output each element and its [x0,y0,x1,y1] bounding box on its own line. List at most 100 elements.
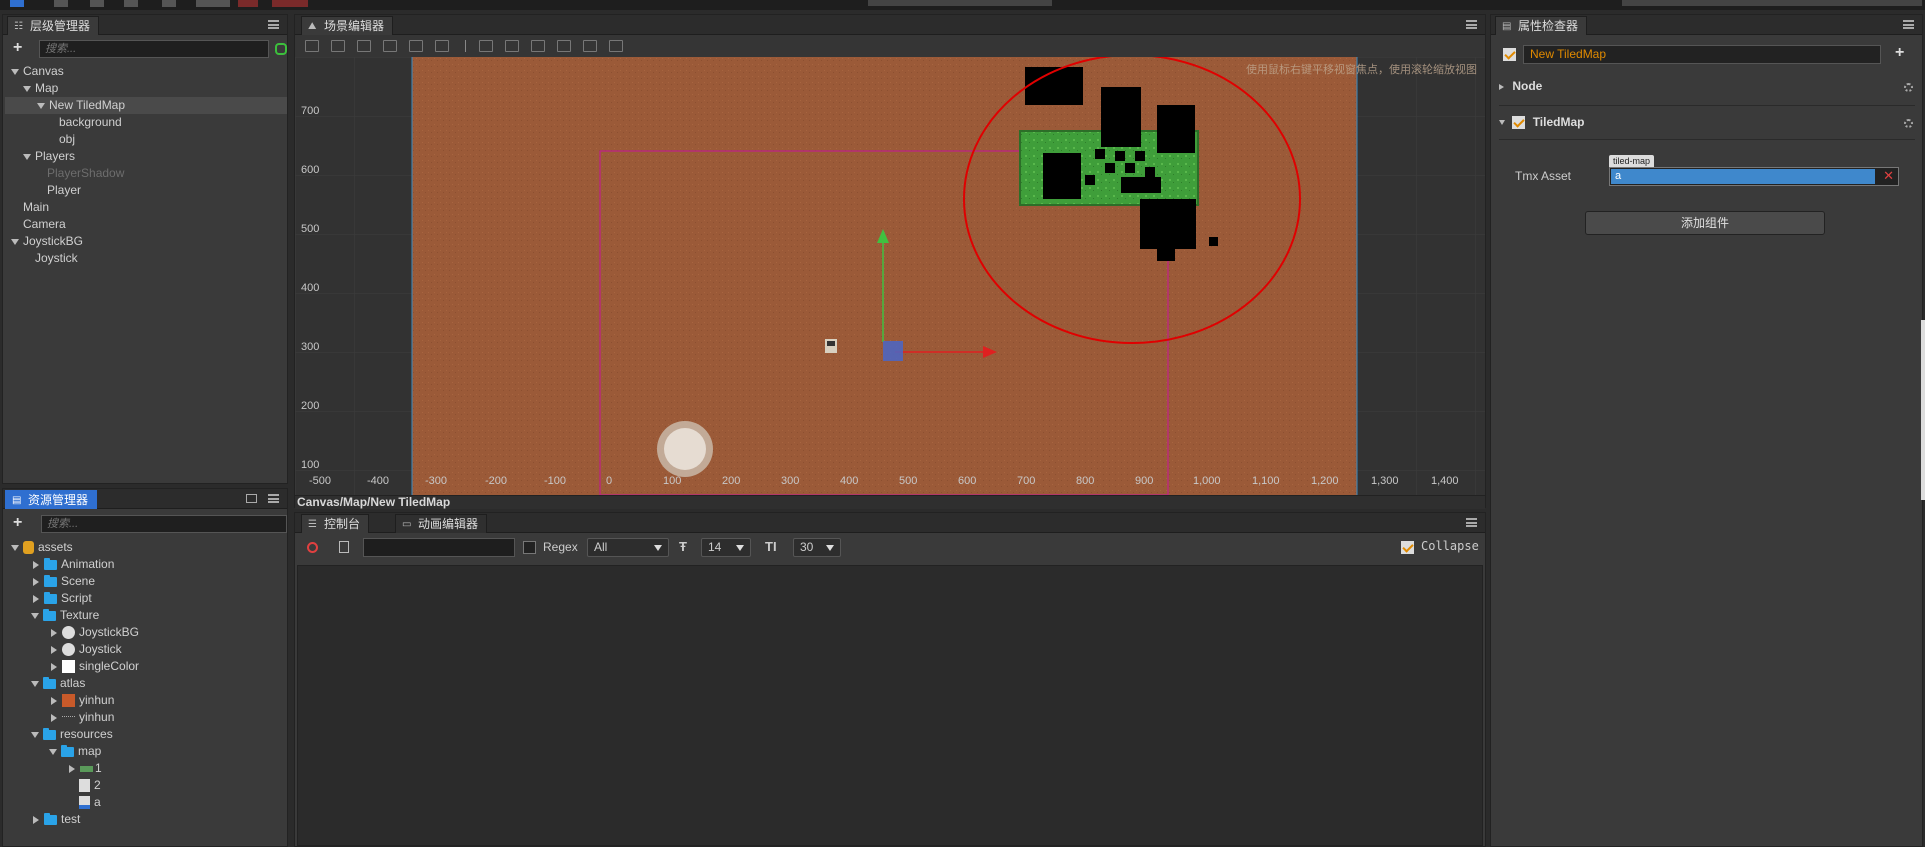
collapse-arrow-icon[interactable] [1499,83,1504,90]
asset-map-a[interactable]: a [79,794,101,811]
tree-item-camera[interactable]: Camera [23,216,66,233]
asset-folder-atlas[interactable]: atlas [31,675,85,692]
clear-console-icon[interactable] [307,542,318,553]
tab-hierarchy[interactable]: ☷ 层级管理器 [7,16,100,35]
add-component-button[interactable]: 添加组件 [1585,211,1825,235]
asset-map-1[interactable]: 1 [69,760,102,777]
gear-icon[interactable] [1904,119,1913,128]
tab-assets[interactable]: ▤ 资源管理器 [5,490,98,509]
tree-item-main[interactable]: Main [23,199,49,216]
hierarchy-search-input[interactable]: 搜索... [39,40,269,58]
clear-asset-icon[interactable]: ✕ [1883,168,1894,184]
align-bottom-icon[interactable] [357,40,371,52]
scene-canvas[interactable] [295,57,1485,495]
asset-texture-joystickbg[interactable]: JoystickBG [51,624,139,641]
align-right-icon[interactable] [435,40,449,52]
node-active-checkbox[interactable] [1503,48,1516,61]
tmx-asset-value[interactable]: a [1611,169,1875,184]
tiledmap-section-header[interactable]: TiledMap [1499,115,1915,133]
tree-item-joystick[interactable]: Joystick [35,250,78,267]
asset-root-assets[interactable]: assets [11,539,73,556]
collapse-arrow-icon[interactable] [33,560,39,569]
expand-arrow-icon[interactable] [31,680,39,687]
align-top-icon[interactable] [305,40,319,52]
align-hcenter-icon[interactable] [409,40,423,52]
panel-menu-icon[interactable] [1466,20,1477,29]
collapse-arrow-icon[interactable] [51,696,57,705]
account-controls[interactable] [1622,0,1922,6]
panel-menu-icon[interactable] [268,20,279,29]
asset-folder-resources[interactable]: resources [31,726,113,743]
scene-viewport[interactable]: 使用鼠标右键平移视窗焦点，使用滚轮缩放视图 700 600 500 400 30… [295,57,1485,495]
popout-icon[interactable] [246,494,257,503]
distribute-hcenter-icon[interactable] [583,40,597,52]
expand-arrow-icon[interactable] [23,85,31,92]
collapse-arrow-icon[interactable] [33,815,39,824]
distribute-bottom-icon[interactable] [531,40,545,52]
distribute-right-icon[interactable] [609,40,623,52]
collapse-arrow-icon[interactable] [33,577,39,586]
tree-item-canvas[interactable]: Canvas [11,63,287,80]
distribute-top-icon[interactable] [479,40,493,52]
collapse-arrow-icon[interactable] [69,764,75,773]
add-node-button[interactable]: + [13,40,22,56]
open-log-icon[interactable] [339,541,349,553]
expand-arrow-icon[interactable] [11,544,19,551]
preview-controls[interactable] [868,0,1052,6]
tab-inspector[interactable]: ▤ 属性检查器 [1495,16,1588,35]
tree-item-new-tiledmap[interactable]: New TiledMap [5,97,287,114]
expand-arrow-icon[interactable] [1499,120,1505,126]
tree-item-obj[interactable]: obj [59,131,75,148]
font-size-select[interactable]: 14 [701,538,751,557]
node-section-header[interactable]: Node [1499,79,1915,97]
add-child-button[interactable]: + [1895,45,1904,61]
asset-folder-map[interactable]: map [49,743,101,760]
tab-animation[interactable]: ▭ 动画编辑器 [395,514,488,533]
tree-item-player[interactable]: Player [47,182,81,199]
tree-item-map[interactable]: Map [23,80,287,97]
node-name-input[interactable]: New TiledMap [1523,45,1881,64]
distribute-left-icon[interactable] [557,40,571,52]
asset-folder-texture[interactable]: Texture [31,607,99,624]
tab-console[interactable]: ☰ 控制台 [301,514,370,533]
panel-menu-icon[interactable] [268,494,279,503]
collapse-arrow-icon[interactable] [33,594,39,603]
tree-item-joystickbg[interactable]: JoystickBG [11,233,83,250]
collapse-arrow-icon[interactable] [51,662,57,671]
asset-texture-singlecolor[interactable]: singleColor [51,658,139,675]
expand-arrow-icon[interactable] [31,731,39,738]
asset-atlas-yinhun-plist[interactable]: yinhun [51,709,114,726]
collapse-arrow-icon[interactable] [51,628,57,637]
add-asset-button[interactable]: + [13,515,22,531]
asset-folder-script[interactable]: Script [33,590,92,607]
align-vcenter-icon[interactable] [331,40,345,52]
panel-menu-icon[interactable] [1903,20,1914,29]
panel-menu-icon[interactable] [1466,518,1477,527]
tree-item-players[interactable]: Players [23,148,75,165]
tree-item-playershadow[interactable]: PlayerShadow [47,165,124,182]
link-icon[interactable] [275,43,287,55]
expand-arrow-icon[interactable] [11,68,19,75]
asset-folder-scene[interactable]: Scene [33,573,95,590]
component-enabled-checkbox[interactable] [1512,116,1526,130]
expand-arrow-icon[interactable] [23,153,31,160]
tab-scene[interactable]: ⛰ 场景编辑器 [301,16,394,35]
console-log-area[interactable] [297,565,1483,846]
tmx-asset-field[interactable]: a ✕ [1609,167,1899,186]
expand-arrow-icon[interactable] [37,102,45,109]
align-left-icon[interactable] [383,40,397,52]
line-height-select[interactable]: 30 [793,538,841,557]
assets-search-input[interactable]: 搜索... [41,515,287,533]
expand-arrow-icon[interactable] [31,612,39,619]
collapse-arrow-icon[interactable] [51,645,57,654]
asset-texture-joystick[interactable]: Joystick [51,641,122,658]
collapse-checkbox[interactable] [1401,541,1414,554]
console-filter-input[interactable] [363,538,515,557]
toolbar-tool-icons[interactable] [10,0,310,8]
asset-folder-animation[interactable]: Animation [33,556,114,573]
expand-arrow-icon[interactable] [49,748,57,755]
collapse-arrow-icon[interactable] [51,713,57,722]
gear-icon[interactable] [1904,83,1913,92]
expand-arrow-icon[interactable] [11,238,19,245]
asset-folder-test[interactable]: test [33,811,80,828]
